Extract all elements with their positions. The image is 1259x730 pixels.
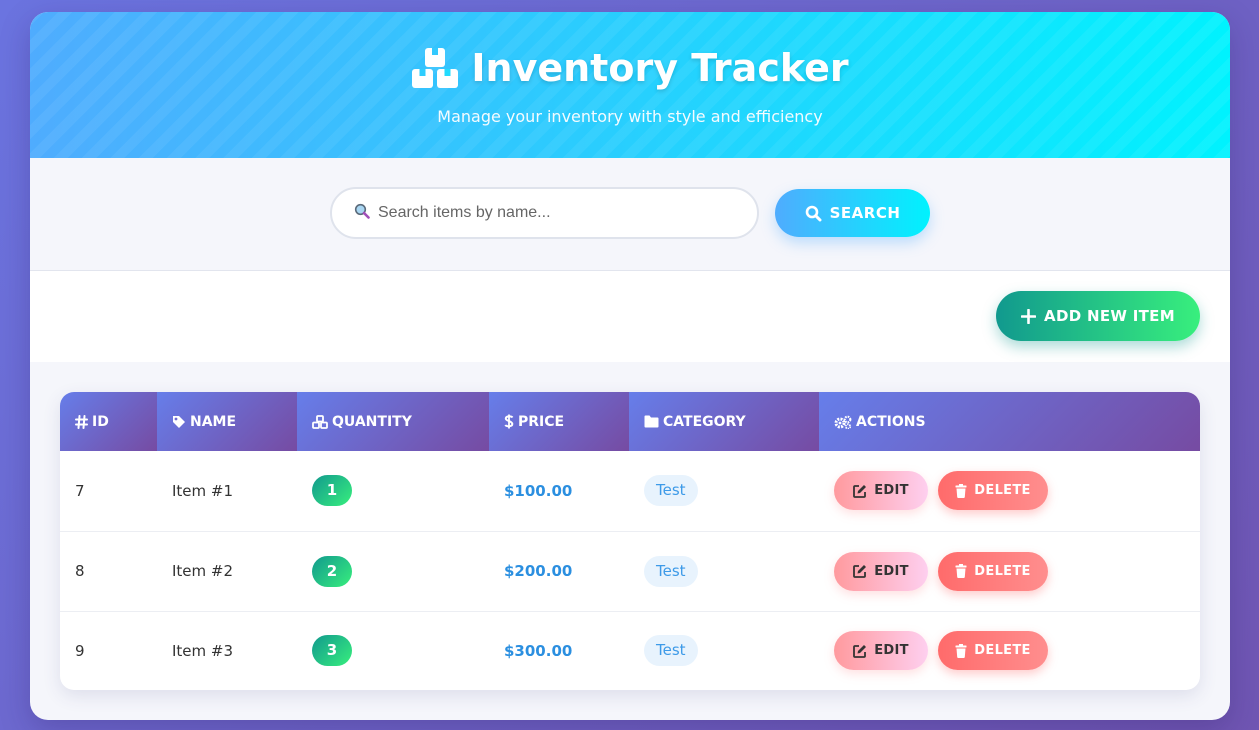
table-row: 8 Item #2 2 $200.00 Test EDIT DELETE [60, 531, 1200, 611]
app-header: Inventory Tracker Manage your inventory … [30, 12, 1230, 158]
title-row: Inventory Tracker [30, 46, 1230, 90]
delete-button-label: DELETE [974, 563, 1031, 579]
cell-category: Test [629, 611, 819, 690]
table-header-row: ID NAME QUANTITY PRICE CATEGORY ACTIONS [60, 392, 1200, 451]
action-bar: ADD NEW ITEM [30, 271, 1230, 362]
delete-button[interactable]: DELETE [938, 631, 1048, 671]
search-section: SEARCH [30, 158, 1230, 271]
cell-quantity: 2 [297, 531, 489, 611]
cell-price: $100.00 [489, 451, 629, 531]
table-row: 7 Item #1 1 $100.00 Test EDIT DELETE [60, 451, 1200, 531]
folder-icon [644, 415, 659, 428]
search-button[interactable]: SEARCH [775, 189, 930, 237]
category-badge: Test [644, 635, 698, 667]
column-header-label: PRICE [518, 413, 565, 430]
tag-icon [173, 415, 185, 428]
cell-category: Test [629, 451, 819, 531]
search-icon [805, 205, 822, 221]
column-header-label: ACTIONS [856, 413, 926, 430]
quantity-badge: 3 [312, 635, 352, 667]
magnifier-icon [354, 203, 370, 223]
edit-button-label: EDIT [874, 643, 909, 659]
hash-icon [75, 414, 88, 429]
column-header-label: CATEGORY [663, 413, 746, 430]
delete-button[interactable]: DELETE [938, 471, 1048, 511]
column-header-id[interactable]: ID [60, 392, 157, 451]
cell-actions: EDIT DELETE [819, 611, 1200, 690]
delete-button-label: DELETE [974, 643, 1031, 659]
column-header-label: ID [92, 413, 109, 430]
edit-icon [853, 565, 867, 578]
inventory-table-wrapper: ID NAME QUANTITY PRICE CATEGORY ACTIONS … [60, 392, 1200, 690]
quantity-badge: 2 [312, 555, 352, 587]
boxes-icon [412, 48, 459, 88]
cell-name: Item #3 [172, 641, 234, 660]
column-header-name[interactable]: NAME [157, 392, 297, 451]
edit-button[interactable]: EDIT [834, 471, 928, 511]
inventory-table: ID NAME QUANTITY PRICE CATEGORY ACTIONS … [60, 392, 1200, 690]
category-badge: Test [644, 475, 698, 507]
edit-button-label: EDIT [874, 563, 909, 579]
delete-button[interactable]: DELETE [938, 551, 1048, 591]
column-header-label: QUANTITY [332, 413, 412, 430]
edit-button[interactable]: EDIT [834, 551, 928, 591]
cogs-icon [834, 415, 852, 429]
plus-icon [1021, 308, 1037, 324]
price-value: $300.00 [504, 641, 573, 660]
category-badge: Test [644, 555, 698, 587]
column-header-price[interactable]: PRICE [489, 392, 629, 451]
search-box[interactable] [330, 187, 759, 239]
cell-id: 8 [75, 562, 85, 580]
cell-actions: EDIT DELETE [819, 531, 1200, 611]
trash-icon [955, 564, 967, 578]
cubes-icon [312, 414, 328, 429]
add-new-item-button[interactable]: ADD NEW ITEM [996, 291, 1200, 341]
app-container: Inventory Tracker Manage your inventory … [30, 12, 1230, 720]
search-input[interactable] [378, 204, 718, 222]
edit-icon [853, 484, 867, 498]
cell-name: Item #2 [172, 562, 234, 580]
cell-name: Item #1 [172, 481, 234, 500]
table-row: 9 Item #3 3 $300.00 Test EDIT DELETE [60, 611, 1200, 690]
cell-price: $300.00 [489, 611, 629, 690]
trash-icon [955, 483, 967, 498]
cell-quantity: 1 [297, 451, 489, 531]
add-button-label: ADD NEW ITEM [1044, 307, 1175, 325]
cell-category: Test [629, 531, 819, 611]
page-subtitle: Manage your inventory with style and eff… [437, 107, 823, 126]
column-header-label: NAME [190, 413, 237, 430]
column-header-category[interactable]: CATEGORY [629, 392, 819, 451]
column-header-quantity[interactable]: QUANTITY [297, 392, 489, 451]
delete-button-label: DELETE [974, 483, 1031, 499]
edit-button-label: EDIT [874, 483, 909, 499]
cell-price: $200.00 [489, 531, 629, 611]
trash-icon [955, 643, 967, 658]
page-title: Inventory Tracker [471, 46, 849, 90]
edit-icon [853, 644, 867, 658]
dollar-icon [504, 414, 514, 429]
search-button-label: SEARCH [829, 204, 901, 222]
cell-id: 9 [75, 641, 85, 660]
cell-actions: EDIT DELETE [819, 451, 1200, 531]
edit-button[interactable]: EDIT [834, 631, 928, 671]
price-value: $200.00 [504, 562, 573, 580]
quantity-badge: 1 [312, 475, 352, 507]
price-value: $100.00 [504, 481, 573, 500]
column-header-actions[interactable]: ACTIONS [819, 392, 1200, 451]
cell-quantity: 3 [297, 611, 489, 690]
cell-id: 7 [75, 481, 85, 500]
